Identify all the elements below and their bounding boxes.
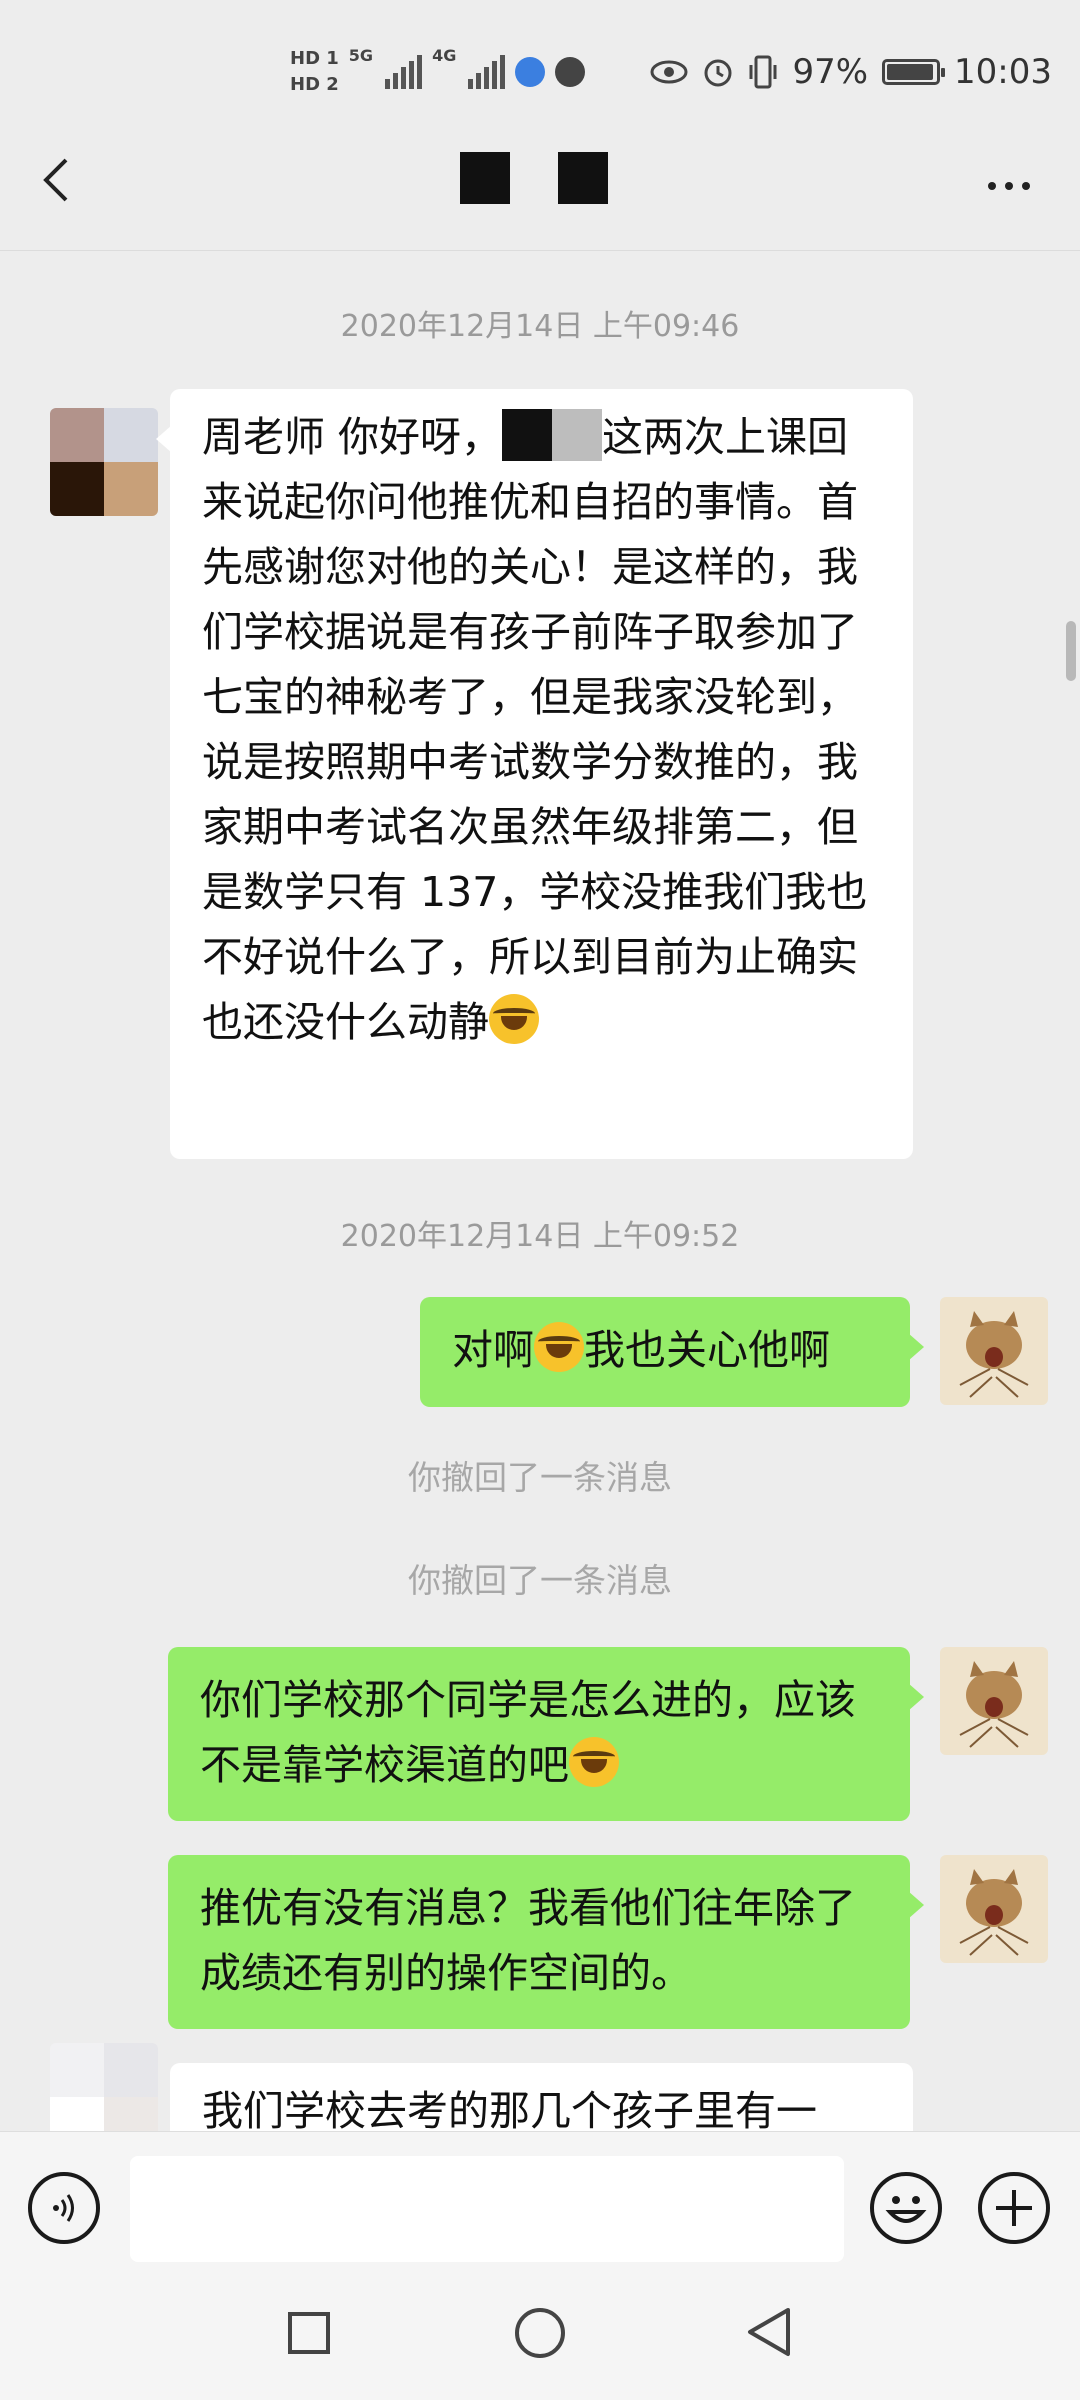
hd2-label: HD 2	[290, 74, 339, 95]
circle-icon[interactable]	[515, 2308, 565, 2358]
message-bubble-outgoing[interactable]: 对啊 我也关心他啊	[420, 1297, 924, 1407]
cat-avatar-icon	[959, 1869, 1029, 1956]
signal1-icon	[385, 55, 423, 89]
message-bubble-incoming[interactable]: 周老师 你好呀， 这两次上课回来说起你问他推优和自招的事情。首先感谢您对他的关心！…	[156, 389, 913, 1159]
chevron-left-icon[interactable]	[30, 150, 90, 210]
cat-avatar-icon	[959, 1661, 1029, 1748]
recall-notice: 你撤回了一条消息	[408, 1561, 672, 1600]
message-list[interactable]: 2020年12月14日 上午09:46 周老师 你好呀， 这两次上课回来说起你问他…	[0, 251, 1080, 2131]
browser-icon	[515, 57, 546, 87]
eye-icon	[650, 60, 688, 84]
clock: 10:03	[954, 52, 1052, 92]
message-text: 你们学校那个同学是怎么进的，应该不是靠学校渠道的吧	[200, 1676, 856, 1789]
chat-header	[0, 110, 1080, 251]
hd-indicator: HD 1 HD 2	[290, 46, 339, 98]
message-text: 对啊	[452, 1326, 534, 1374]
app-notification-icon	[555, 57, 586, 87]
square-icon[interactable]	[288, 2312, 330, 2354]
avatar[interactable]	[50, 2043, 158, 2131]
emoji-icon[interactable]	[870, 2172, 942, 2244]
plus-icon[interactable]	[978, 2172, 1050, 2244]
triangle-back-icon[interactable]	[742, 2302, 796, 2362]
network1-label: 5G	[348, 46, 374, 65]
input-bar	[0, 2131, 1080, 2282]
avatar[interactable]	[940, 1647, 1048, 1755]
hd1-label: HD 1	[290, 48, 339, 69]
voice-icon[interactable]	[28, 2172, 100, 2244]
avatar[interactable]	[50, 408, 158, 516]
message-bubble-incoming[interactable]: 我们学校去考的那几个孩子里有一	[170, 2063, 913, 2131]
chat-title-redacted	[460, 152, 608, 204]
laughing-tears-emoji-icon	[569, 1737, 619, 1787]
message-text: 周老师 你好呀，	[202, 413, 503, 461]
status-left: HD 1 HD 2 5G 4G	[290, 46, 586, 98]
avatar[interactable]	[940, 1855, 1048, 1963]
message-text: 我也关心他啊	[584, 1326, 830, 1374]
status-right: 97% 10:03	[650, 52, 1052, 92]
message-text: 我们学校去考的那几个孩子里有一	[202, 2087, 817, 2131]
more-dots-icon[interactable]	[988, 182, 1030, 190]
cat-avatar-icon	[959, 1311, 1029, 1398]
laughing-tears-emoji-icon	[489, 994, 539, 1044]
timestamp: 2020年12月14日 上午09:52	[340, 1219, 740, 1254]
alarm-icon	[704, 59, 732, 87]
recall-notice: 你撤回了一条消息	[408, 1458, 672, 1497]
network2-label: 4G	[432, 46, 457, 65]
message-bubble-outgoing[interactable]: 推优有没有消息？我看他们往年除了成绩还有别的操作空间的。	[168, 1855, 924, 2029]
system-nav-bar	[0, 2282, 1080, 2400]
battery-percent: 97%	[792, 52, 869, 92]
battery-icon	[882, 59, 946, 85]
vibrate-icon	[749, 55, 777, 89]
avatar[interactable]	[940, 1297, 1048, 1405]
redaction-block	[502, 409, 553, 461]
message-text: 推优有没有消息？我看他们往年除了成绩还有别的操作空间的。	[200, 1884, 856, 1997]
signal2-icon	[468, 55, 506, 89]
redaction-block	[552, 409, 603, 461]
scrollbar[interactable]	[1066, 621, 1076, 681]
laughing-tears-emoji-icon	[534, 1322, 584, 1372]
timestamp: 2020年12月14日 上午09:46	[340, 309, 740, 344]
message-input[interactable]	[130, 2156, 844, 2262]
message-bubble-outgoing[interactable]: 你们学校那个同学是怎么进的，应该不是靠学校渠道的吧	[168, 1647, 924, 1821]
message-text: 这两次上课回来说起你问他推优和自招的事情。首先感谢您对他的关心！是这样的，我们学…	[202, 413, 868, 1046]
